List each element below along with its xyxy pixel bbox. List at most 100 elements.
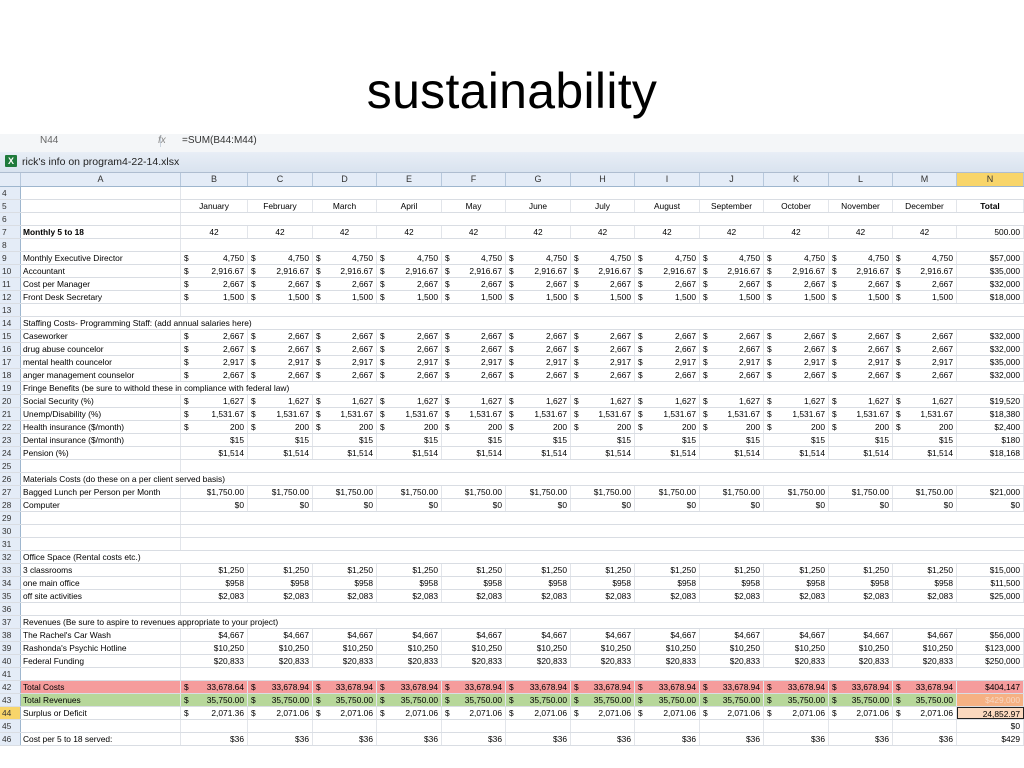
cell-value[interactable]: $2,667 bbox=[893, 369, 957, 381]
cell-value[interactable]: $2,667 bbox=[506, 278, 571, 290]
cell-value[interactable]: $958 bbox=[829, 577, 893, 589]
row-number[interactable]: 33 bbox=[0, 564, 21, 576]
row-number[interactable]: 32 bbox=[0, 551, 21, 563]
cell-value[interactable]: $2,916.67 bbox=[181, 265, 248, 277]
cell-value[interactable]: $10,250 bbox=[571, 642, 635, 654]
row-label[interactable]: Health insurance ($/month) bbox=[23, 421, 181, 433]
section-label[interactable]: Office Space (Rental costs etc.) bbox=[23, 551, 181, 563]
column-header-a[interactable]: A bbox=[21, 173, 181, 186]
cell-value[interactable]: $36 bbox=[571, 733, 635, 745]
month-header[interactable]: June bbox=[506, 200, 571, 212]
cell-value[interactable]: $958 bbox=[442, 577, 506, 589]
cell-value[interactable]: $2,083 bbox=[635, 590, 700, 602]
cell-value[interactable]: 42 bbox=[506, 226, 571, 238]
cell-value[interactable]: $35,750.00 bbox=[313, 694, 377, 706]
cell-value[interactable]: $4,667 bbox=[377, 629, 442, 641]
cell-value[interactable]: $10,250 bbox=[248, 642, 313, 654]
cell-value[interactable]: $1,250 bbox=[377, 564, 442, 576]
total-cell[interactable]: $32,000 bbox=[957, 278, 1024, 290]
cell-value[interactable] bbox=[635, 720, 700, 732]
cell-value[interactable]: $10,250 bbox=[377, 642, 442, 654]
column-header-d[interactable]: D bbox=[313, 173, 377, 186]
cell-value[interactable]: $2,667 bbox=[571, 369, 635, 381]
cell-value[interactable]: $200 bbox=[248, 421, 313, 433]
row-number[interactable]: 13 bbox=[0, 304, 21, 316]
cell-value[interactable]: $4,750 bbox=[635, 252, 700, 264]
cell-value[interactable]: $2,083 bbox=[313, 590, 377, 602]
cell-value[interactable]: $2,667 bbox=[506, 369, 571, 381]
column-header-g[interactable]: G bbox=[506, 173, 571, 186]
month-header[interactable]: July bbox=[571, 200, 635, 212]
cell-value[interactable]: $2,667 bbox=[248, 278, 313, 290]
cell-value[interactable]: $1,531.67 bbox=[571, 408, 635, 420]
cell-value[interactable]: $2,667 bbox=[506, 343, 571, 355]
row-label[interactable]: Unemp/Disability (%) bbox=[23, 408, 181, 420]
cell-value[interactable]: $20,833 bbox=[571, 655, 635, 667]
row-label[interactable]: Accountant bbox=[23, 265, 181, 277]
row-number[interactable]: 28 bbox=[0, 499, 21, 511]
cell-value[interactable]: $2,667 bbox=[181, 369, 248, 381]
cell-value[interactable]: $2,916.67 bbox=[635, 265, 700, 277]
cell-value[interactable]: $10,250 bbox=[893, 642, 957, 654]
row-number[interactable]: 9 bbox=[0, 252, 21, 264]
column-header-m[interactable]: M bbox=[893, 173, 957, 186]
cell-value[interactable]: $15 bbox=[571, 434, 635, 446]
cell-value[interactable]: $33,678.94 bbox=[635, 681, 700, 693]
cell-value[interactable]: $0 bbox=[700, 499, 764, 511]
cell-value[interactable]: $10,250 bbox=[506, 642, 571, 654]
cell-value[interactable]: $1,627 bbox=[442, 395, 506, 407]
cell-value[interactable]: $200 bbox=[181, 421, 248, 433]
cell-value[interactable]: $36 bbox=[506, 733, 571, 745]
cell-value[interactable] bbox=[893, 720, 957, 732]
row-label[interactable]: Cost per 5 to 18 served: bbox=[23, 733, 181, 745]
cell-value[interactable]: $20,833 bbox=[635, 655, 700, 667]
cell-value[interactable]: 42 bbox=[635, 226, 700, 238]
row-number[interactable]: 23 bbox=[0, 434, 21, 446]
cell-value[interactable]: $4,667 bbox=[181, 629, 248, 641]
cell-value[interactable]: $2,083 bbox=[764, 590, 829, 602]
cell-value[interactable]: $1,514 bbox=[377, 447, 442, 459]
cell-value[interactable]: $2,917 bbox=[377, 356, 442, 368]
cell-value[interactable]: $2,071.06 bbox=[635, 707, 700, 719]
cell-value[interactable]: $15 bbox=[442, 434, 506, 446]
cell-label[interactable] bbox=[23, 200, 181, 212]
cell-value[interactable]: $1,514 bbox=[506, 447, 571, 459]
row-label[interactable]: mental health councelor bbox=[23, 356, 181, 368]
cell-value[interactable]: $2,667 bbox=[181, 330, 248, 342]
cell-value[interactable]: $4,667 bbox=[313, 629, 377, 641]
row-number[interactable]: 4 bbox=[0, 187, 21, 199]
cell-value[interactable]: 42 bbox=[571, 226, 635, 238]
cell-value[interactable]: $0 bbox=[829, 499, 893, 511]
cell-value[interactable]: $2,667 bbox=[764, 278, 829, 290]
empty-cell[interactable] bbox=[23, 460, 181, 472]
total-cell[interactable]: $21,000 bbox=[957, 486, 1024, 498]
row-label[interactable]: one main office bbox=[23, 577, 181, 589]
row-number[interactable]: 6 bbox=[0, 213, 21, 225]
empty-cell[interactable] bbox=[23, 239, 181, 251]
cell-value[interactable]: $2,667 bbox=[700, 369, 764, 381]
cell-value[interactable]: $2,916.67 bbox=[506, 265, 571, 277]
cell-value[interactable]: $36 bbox=[635, 733, 700, 745]
cell-value[interactable]: $4,750 bbox=[248, 252, 313, 264]
cell-value[interactable]: $1,500 bbox=[442, 291, 506, 303]
row-label[interactable]: Cost per Manager bbox=[23, 278, 181, 290]
cell-value[interactable]: $1,514 bbox=[700, 447, 764, 459]
cell-value[interactable]: $2,667 bbox=[248, 330, 313, 342]
cell-value[interactable]: $10,250 bbox=[442, 642, 506, 654]
row-label[interactable]: Federal Funding bbox=[23, 655, 181, 667]
cell-value[interactable]: $35,750.00 bbox=[700, 694, 764, 706]
empty-cell[interactable] bbox=[23, 668, 181, 680]
cell-value[interactable]: $1,627 bbox=[248, 395, 313, 407]
cell-value[interactable]: $4,667 bbox=[893, 629, 957, 641]
column-header-e[interactable]: E bbox=[377, 173, 442, 186]
cell-value[interactable]: $2,667 bbox=[506, 330, 571, 342]
cell-value[interactable]: $10,250 bbox=[181, 642, 248, 654]
cell-value[interactable]: $4,667 bbox=[829, 629, 893, 641]
cell-value[interactable]: $15 bbox=[700, 434, 764, 446]
month-header[interactable]: November bbox=[829, 200, 893, 212]
cell-value[interactable]: $2,916.67 bbox=[700, 265, 764, 277]
cell-value[interactable]: $1,531.67 bbox=[506, 408, 571, 420]
total-cell[interactable]: $35,000 bbox=[957, 265, 1024, 277]
cell-value[interactable] bbox=[764, 720, 829, 732]
cell-value[interactable]: 42 bbox=[181, 226, 248, 238]
